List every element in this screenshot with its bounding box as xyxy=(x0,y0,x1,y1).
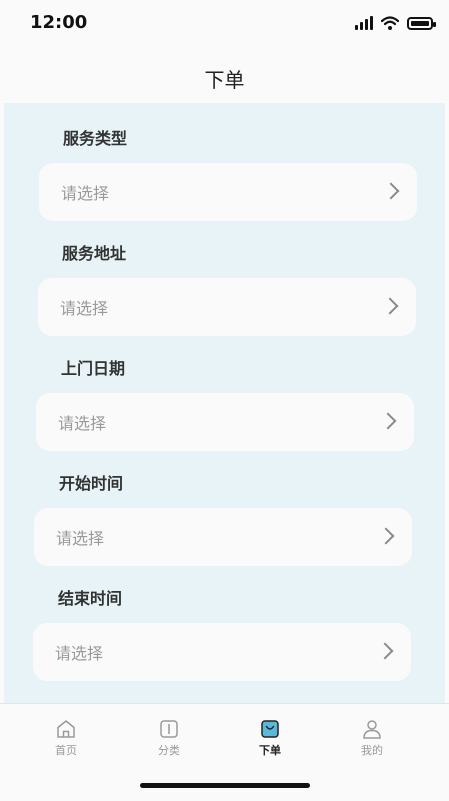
service-type-select[interactable]: 请选择 xyxy=(39,163,417,221)
book-icon xyxy=(160,720,178,738)
field-label: 开始时间 xyxy=(59,474,124,493)
tab-home[interactable]: 首页 xyxy=(26,718,106,758)
start-time-select[interactable]: 请选择 xyxy=(34,508,412,566)
chevron-right-icon xyxy=(377,527,395,545)
chevron-right-icon xyxy=(376,642,394,660)
tab-label: 我的 xyxy=(361,744,383,757)
tab-category[interactable]: 分类 xyxy=(129,718,209,758)
select-placeholder: 请选择 xyxy=(61,184,110,203)
status-time: 12:00 xyxy=(30,12,88,33)
signal-icon xyxy=(355,16,373,30)
status-icons xyxy=(355,16,436,30)
visit-date-select[interactable]: 请选择 xyxy=(36,393,414,451)
home-icon xyxy=(57,720,75,738)
chevron-right-icon xyxy=(382,182,400,200)
end-time-select[interactable]: 请选择 xyxy=(33,623,411,681)
user-icon xyxy=(363,720,381,739)
select-placeholder: 请选择 xyxy=(60,299,109,318)
chevron-right-icon xyxy=(379,412,397,430)
home-indicator xyxy=(140,783,310,788)
tab-label: 分类 xyxy=(158,744,180,757)
shopping-bag-icon xyxy=(261,720,279,738)
tab-profile[interactable]: 我的 xyxy=(332,718,412,758)
service-address-select[interactable]: 请选择 xyxy=(38,278,416,336)
field-label: 服务地址 xyxy=(62,244,127,263)
tab-order[interactable]: 下单 xyxy=(230,718,310,758)
select-placeholder: 请选择 xyxy=(55,644,104,663)
battery-icon xyxy=(407,16,436,30)
order-form: 服务类型 请选择 服务地址 请选择 上门日期 请选择 开始时间 请选择 结束时间… xyxy=(4,103,445,703)
field-label: 上门日期 xyxy=(61,359,126,378)
page-title: 下单 xyxy=(204,68,245,92)
chevron-right-icon xyxy=(381,297,399,315)
tab-label: 首页 xyxy=(55,744,77,757)
wifi-icon xyxy=(381,16,399,30)
status-bar: 12:00 xyxy=(0,0,449,48)
select-placeholder: 请选择 xyxy=(56,529,105,548)
select-placeholder: 请选择 xyxy=(58,414,107,433)
field-label: 结束时间 xyxy=(58,589,123,608)
field-label: 服务类型 xyxy=(63,129,128,148)
tab-label: 下单 xyxy=(259,744,281,757)
